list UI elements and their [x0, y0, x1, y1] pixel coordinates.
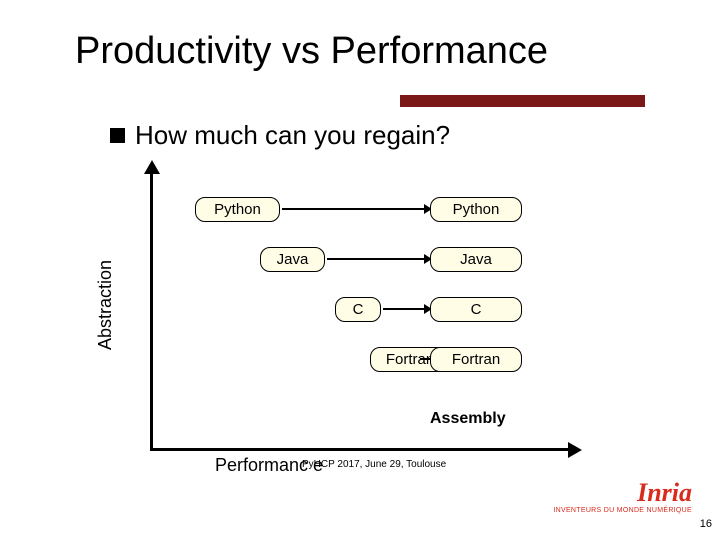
lang-box-java: Java [260, 247, 325, 272]
footer-note: PyHCP 2017, June 29, Toulouse [302, 459, 446, 470]
x-axis [150, 448, 570, 451]
page-title: Productivity vs Performance [75, 30, 548, 73]
logo: Inria INVENTEURS DU MONDE NUMÉRIQUE [553, 480, 692, 514]
lang-box-python-shifted: Python [430, 197, 522, 222]
lang-box-c-shifted: C [430, 297, 522, 322]
bullet-item: How much can you regain? [110, 120, 450, 151]
y-axis-label: Abstraction [95, 260, 116, 350]
lang-box-python: Python [195, 197, 280, 222]
x-axis-arrow-icon [568, 442, 582, 458]
lang-box-c: C [335, 297, 381, 322]
arrow-python [282, 208, 424, 210]
square-bullet-icon [110, 128, 125, 143]
slide: Productivity vs Performance How much can… [0, 0, 720, 540]
logo-tagline: INVENTEURS DU MONDE NUMÉRIQUE [553, 507, 692, 514]
arrow-c [383, 308, 424, 310]
lang-box-java-shifted: Java [430, 247, 522, 272]
page-number: 16 [700, 518, 712, 530]
y-axis [150, 170, 153, 450]
bullet-text: How much can you regain? [135, 120, 450, 151]
logo-text: Inria [553, 480, 692, 506]
title-accent-bar [400, 95, 645, 107]
arrow-java [327, 258, 424, 260]
lang-assembly: Assembly [430, 410, 506, 428]
lang-box-fortran-shifted: Fortran [430, 347, 522, 372]
